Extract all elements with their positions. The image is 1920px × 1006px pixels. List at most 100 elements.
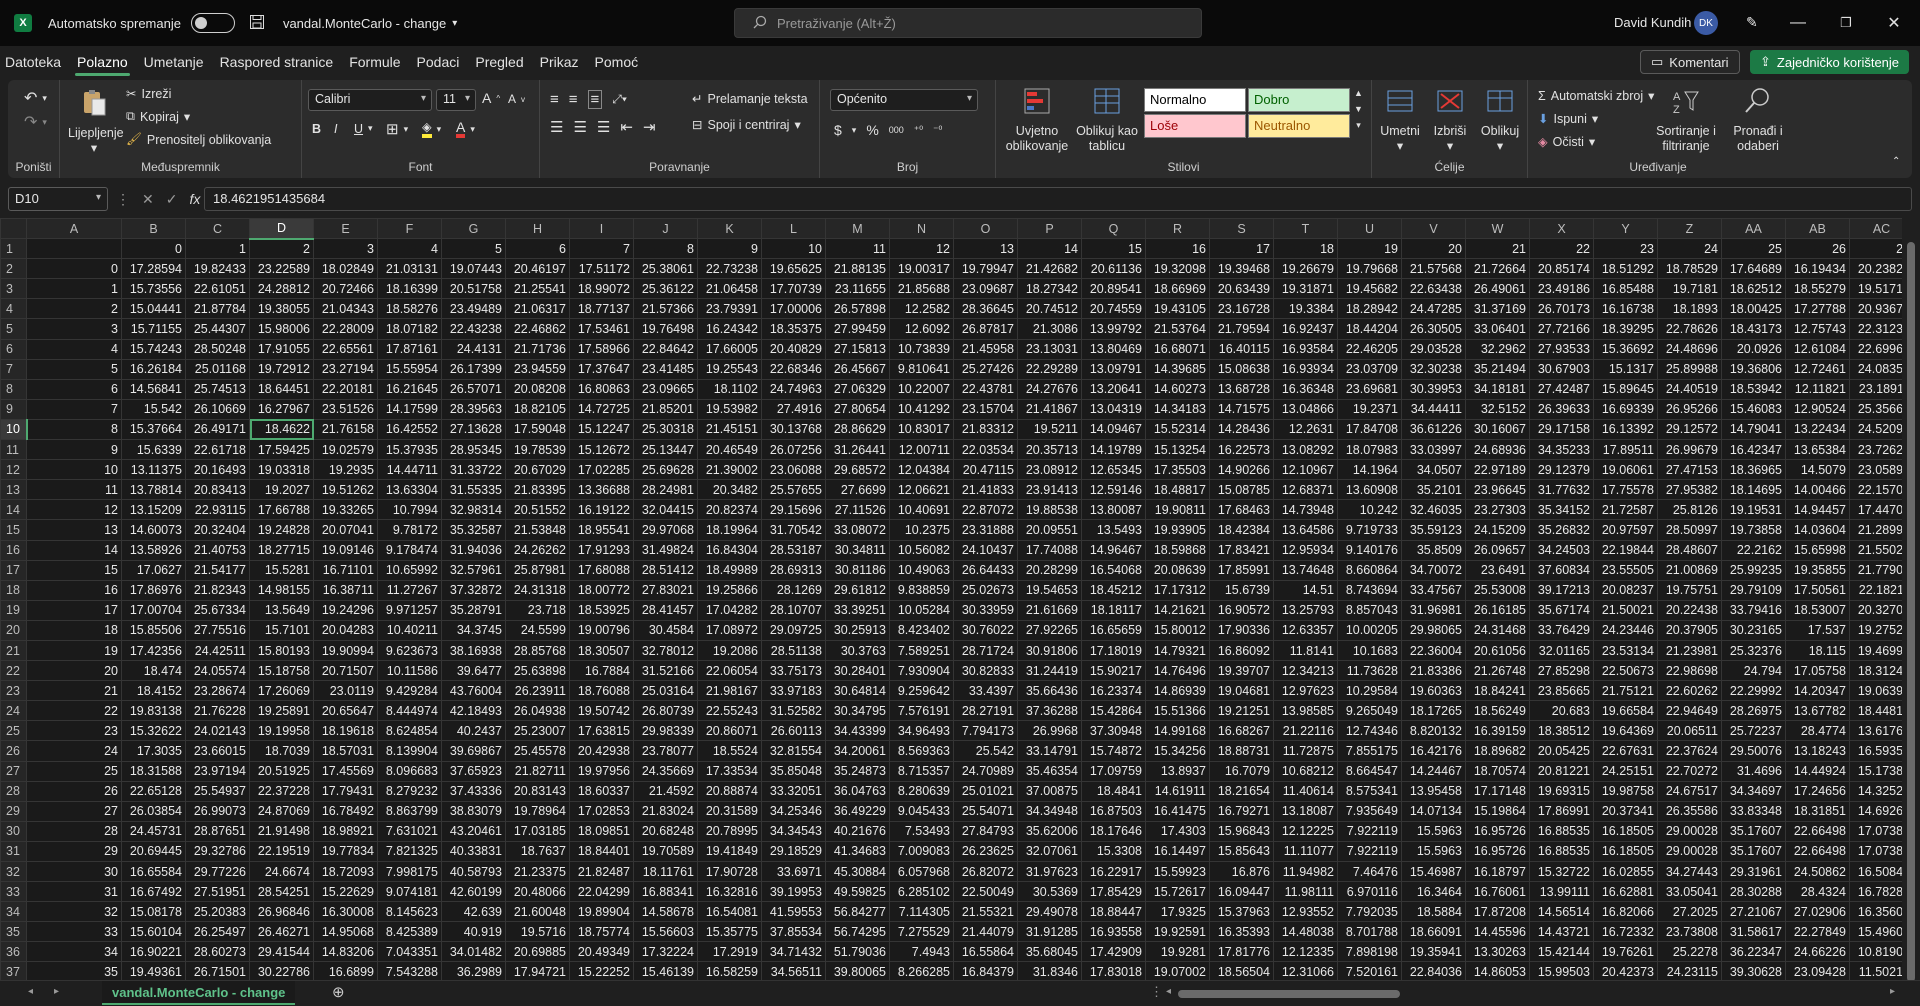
tab-file[interactable]: Datoteka [0,46,69,78]
cell[interactable]: 7.998175 [377,860,442,883]
cell[interactable]: 28.50997 [1657,519,1722,541]
cell[interactable]: 15.90217 [1081,660,1146,682]
cell[interactable]: 16.39159 [1465,720,1530,742]
cell[interactable]: 17.00704 [121,599,186,621]
cell[interactable]: 22.87072 [953,499,1018,521]
cell[interactable]: 29.41544 [249,941,314,963]
cell[interactable]: 33.97183 [761,680,826,702]
cell[interactable]: 20.07041 [313,519,378,541]
cell[interactable]: 23.96645 [1465,479,1530,501]
cell[interactable]: 23.97194 [185,760,250,782]
cell[interactable]: 29.49078 [1017,901,1082,923]
row-header[interactable]: 1 [0,238,27,260]
cell[interactable]: 21.83386 [1401,660,1466,682]
cell[interactable]: 22.43781 [953,378,1018,400]
cell[interactable]: 18.75774 [569,921,634,943]
cell[interactable]: 14.60273 [1145,378,1210,400]
cell[interactable]: 20.74559 [1081,298,1146,320]
cell[interactable]: 16.14497 [1145,840,1210,863]
cell[interactable]: 16.72332 [1593,921,1658,943]
cell[interactable]: 12.6092 [889,318,954,340]
cell[interactable]: 7.520161 [1337,961,1402,980]
cell[interactable]: 33.79416 [1721,599,1786,621]
cell[interactable]: 32.04415 [633,499,698,521]
cell[interactable]: 9 [697,238,762,260]
cell[interactable]: 32.01165 [1529,639,1594,662]
cell[interactable]: 14.60073 [121,519,186,541]
cell[interactable]: 33.32051 [761,780,826,802]
cell[interactable]: 20.06511 [1657,720,1722,742]
merge-center-button[interactable]: ⊟ Spoji i centriraj ▾ [692,117,801,133]
cell[interactable]: 28.36645 [953,298,1018,320]
spreadsheet-grid[interactable]: A B C D E F G H I J K L M N O P Q R S T U V W X Y Z AA AB AC 1012345… [0,218,1920,980]
row-header[interactable]: 5 [0,318,27,340]
cell[interactable]: 17.02853 [569,800,634,822]
cell[interactable]: 25.67334 [185,599,250,621]
cell[interactable]: 10.00205 [1337,619,1402,641]
cell[interactable]: 37.65923 [441,760,506,782]
cell[interactable]: 15.65998 [1785,539,1850,561]
cell[interactable]: 33.39251 [825,599,890,621]
cell[interactable]: 13.15209 [121,499,186,521]
cell[interactable]: 7.043351 [377,941,442,963]
cell[interactable]: 12.90524 [1785,398,1850,420]
cell[interactable]: 17 [26,599,122,621]
cell[interactable]: 34.34543 [761,820,826,842]
font-color-button[interactable]: A ▾ [456,120,475,138]
currency-button[interactable]: $ [834,122,842,138]
cell[interactable]: 18.56504 [1209,961,1274,980]
cell[interactable]: 32 [26,901,122,923]
row-header[interactable]: 23 [0,680,27,702]
column-header[interactable]: L [761,218,826,240]
cell[interactable]: 18.66969 [1145,278,1210,300]
cell[interactable]: 21.26748 [1465,660,1530,682]
cell[interactable]: 27.6699 [825,479,890,501]
column-header[interactable]: E [313,218,378,240]
cell[interactable]: 30.64814 [825,680,890,702]
cell[interactable]: 21.87784 [185,298,250,320]
cell[interactable]: 14.76496 [1145,660,1210,682]
cell[interactable]: 7.589251 [889,639,954,662]
cell[interactable]: 28.30288 [1721,881,1786,903]
cell[interactable]: 19.73858 [1721,519,1786,541]
cell[interactable]: 28.53187 [761,539,826,561]
cell[interactable]: 23.79391 [697,298,762,320]
cell[interactable]: 20.69885 [505,941,570,963]
cell[interactable]: 28.87651 [185,820,250,842]
cell[interactable]: 24.27676 [1017,378,1082,400]
cell[interactable]: 13.04319 [1081,398,1146,420]
cell[interactable]: 13.36688 [569,479,634,501]
cell[interactable]: 14.61911 [1145,780,1210,802]
cell[interactable]: 8.715357 [889,760,954,782]
paste-button[interactable]: Lijepljenje ▾ [68,88,124,156]
cell[interactable]: 16.68071 [1145,338,1210,360]
cell[interactable]: 14.94457 [1785,499,1850,521]
cell[interactable]: 26.16185 [1465,599,1530,621]
cell[interactable]: 17.75578 [1593,479,1658,501]
cell[interactable]: 20.37905 [1657,619,1722,641]
cell[interactable]: 33.03997 [1401,439,1466,461]
cell[interactable]: 13.68728 [1209,378,1274,400]
cell[interactable]: 34.24503 [1529,539,1594,561]
cell[interactable]: 8 [633,238,698,260]
cell[interactable]: 15.32722 [1529,860,1594,883]
cell[interactable]: 22.66498 [1785,820,1850,842]
cell[interactable]: 34.3745 [441,619,506,641]
column-header[interactable]: N [889,218,954,240]
cell[interactable]: 12.10967 [1273,459,1338,481]
cell[interactable]: 13.64586 [1273,519,1338,541]
enter-icon[interactable]: ✓ [166,191,178,208]
cell[interactable]: 7.898198 [1337,941,1402,963]
title-dropdown-icon[interactable]: ▾ [452,18,457,29]
cell[interactable]: 25.99235 [1721,559,1786,581]
cell[interactable]: 18.43173 [1721,318,1786,340]
cell[interactable]: 14.72725 [569,398,634,420]
cell[interactable]: 29.98339 [633,720,698,742]
cell[interactable]: 19.06061 [1593,459,1658,481]
cell[interactable]: 31.77632 [1529,479,1594,501]
cell[interactable]: 26.99679 [1657,439,1722,461]
cell[interactable]: 18.58276 [377,298,442,320]
cell[interactable]: 16.85488 [1593,278,1658,300]
cell[interactable]: 19.02579 [313,439,378,461]
column-header[interactable]: A [26,218,122,240]
